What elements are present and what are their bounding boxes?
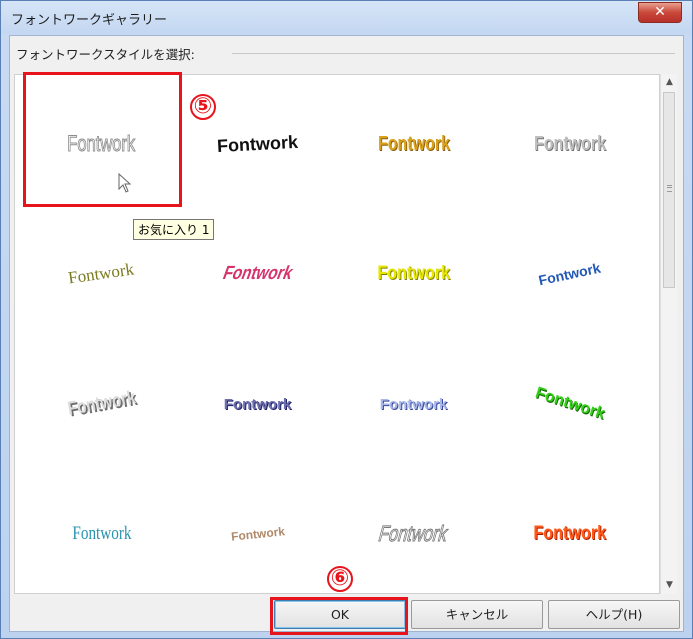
fontwork-sample: Fontwork	[377, 263, 450, 284]
gallery-item[interactable]: Fontwork	[335, 209, 492, 339]
selection-highlight-box	[23, 72, 182, 207]
tooltip: お気に入り 1	[133, 219, 215, 240]
fontwork-sample: Fontwork	[379, 395, 448, 413]
fontwork-sample: Fontwork	[67, 259, 136, 288]
window-title: フォントワークギャラリー	[11, 13, 168, 28]
gallery-item[interactable]: Fontwork	[335, 79, 492, 209]
gallery-item[interactable]: Fontwork	[491, 79, 648, 209]
gallery-item[interactable]: Fontwork	[491, 469, 648, 599]
vertical-scrollbar[interactable]: ▲ ▼	[660, 74, 677, 594]
fontwork-sample: Fontwork	[377, 132, 450, 155]
fontwork-sample: Fontwork	[532, 384, 607, 423]
fontwork-sample: Fontwork	[229, 524, 286, 544]
scroll-up-arrow-icon[interactable]: ▲	[661, 74, 678, 91]
ok-highlight-box	[270, 597, 408, 635]
fontwork-sample: Fontwork	[216, 131, 299, 156]
fontwork-sample: Fontwork	[223, 395, 292, 413]
gallery-item[interactable]: Fontwork	[491, 209, 648, 339]
gallery-item[interactable]: Fontwork	[335, 469, 492, 599]
gallery-item[interactable]: Fontwork	[335, 339, 492, 469]
scroll-thumb[interactable]	[663, 92, 675, 288]
fontwork-sample: Fontwork	[376, 521, 451, 547]
step-5-marker: ⑤	[190, 94, 216, 120]
fontwork-sample: Fontwork	[219, 263, 296, 284]
grip-icon	[667, 185, 672, 192]
title-bar: フォントワークギャラリー ✕	[1, 1, 692, 34]
gallery-item[interactable]: Fontwork	[179, 339, 336, 469]
section-label: フォントワークスタイルを選択:	[16, 44, 199, 63]
gallery-item[interactable]: Fontwork	[23, 339, 180, 469]
fontwork-sample: Fontwork	[533, 132, 606, 155]
help-button[interactable]: ヘルプ(H)	[548, 600, 680, 629]
fontwork-sample: Fontwork	[533, 523, 606, 544]
gallery-item[interactable]: Fontwork	[23, 469, 180, 599]
fontwork-sample: Fontwork	[537, 259, 602, 289]
fontwork-gallery-dialog: フォントワークギャラリー ✕ フォントワークスタイルを選択: Fontwork …	[0, 0, 693, 639]
gallery-item[interactable]: Fontwork	[491, 339, 648, 469]
section-divider	[232, 53, 675, 54]
close-button[interactable]: ✕	[638, 2, 682, 23]
gallery-item[interactable]: Fontwork	[179, 469, 336, 599]
mouse-pointer-icon	[118, 173, 132, 193]
fontwork-sample: Fontwork	[71, 523, 132, 544]
cancel-button[interactable]: キャンセル	[411, 600, 543, 629]
scroll-down-arrow-icon[interactable]: ▼	[661, 577, 678, 594]
fontwork-sample: Fontwork	[65, 387, 137, 420]
step-6-marker: ⑥	[327, 566, 353, 592]
